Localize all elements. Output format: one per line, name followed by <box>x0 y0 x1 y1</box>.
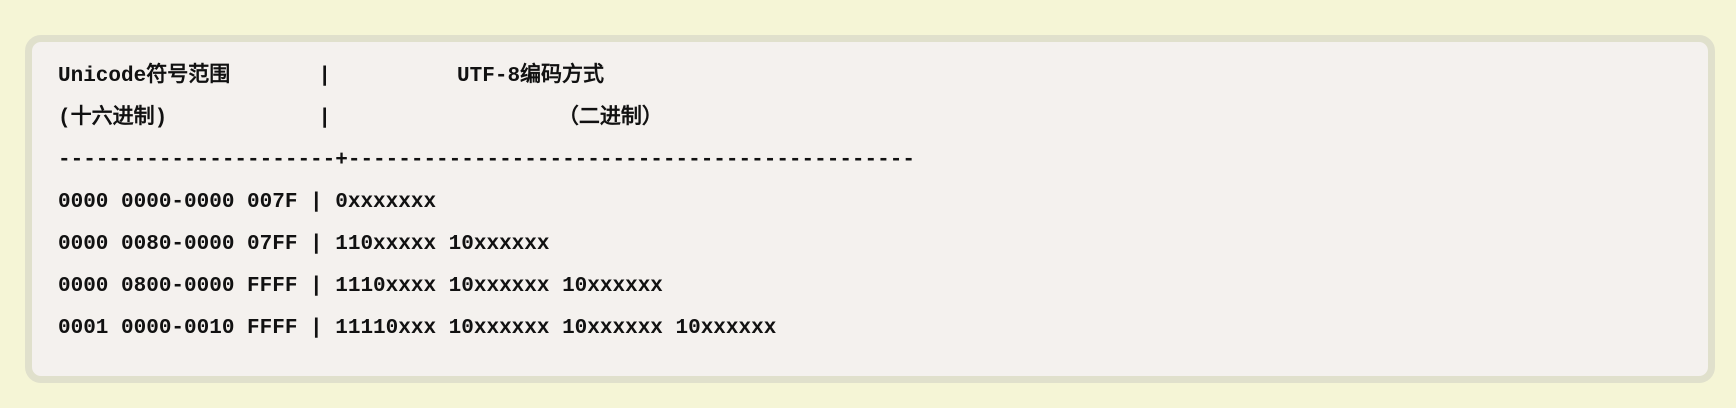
code-block: Unicode符号范围 | UTF-8编码方式 (十六进制) | （二进制） -… <box>25 35 1715 383</box>
code-line-row-2: 0000 0080-0000 07FF | 110xxxxx 10xxxxxx <box>58 233 550 256</box>
code-line-row-4: 0001 0000-0010 FFFF | 11110xxx 10xxxxxx … <box>58 317 777 340</box>
code-line-separator: ----------------------+-----------------… <box>58 149 915 172</box>
code-line-header: Unicode符号范围 | UTF-8编码方式 <box>58 65 605 88</box>
code-line-row-1: 0000 0000-0000 007F | 0xxxxxxx <box>58 191 437 214</box>
code-line-row-3: 0000 0800-0000 FFFF | 1110xxxx 10xxxxxx … <box>58 275 663 298</box>
code-line-subheader: (十六进制) | （二进制） <box>58 107 663 130</box>
